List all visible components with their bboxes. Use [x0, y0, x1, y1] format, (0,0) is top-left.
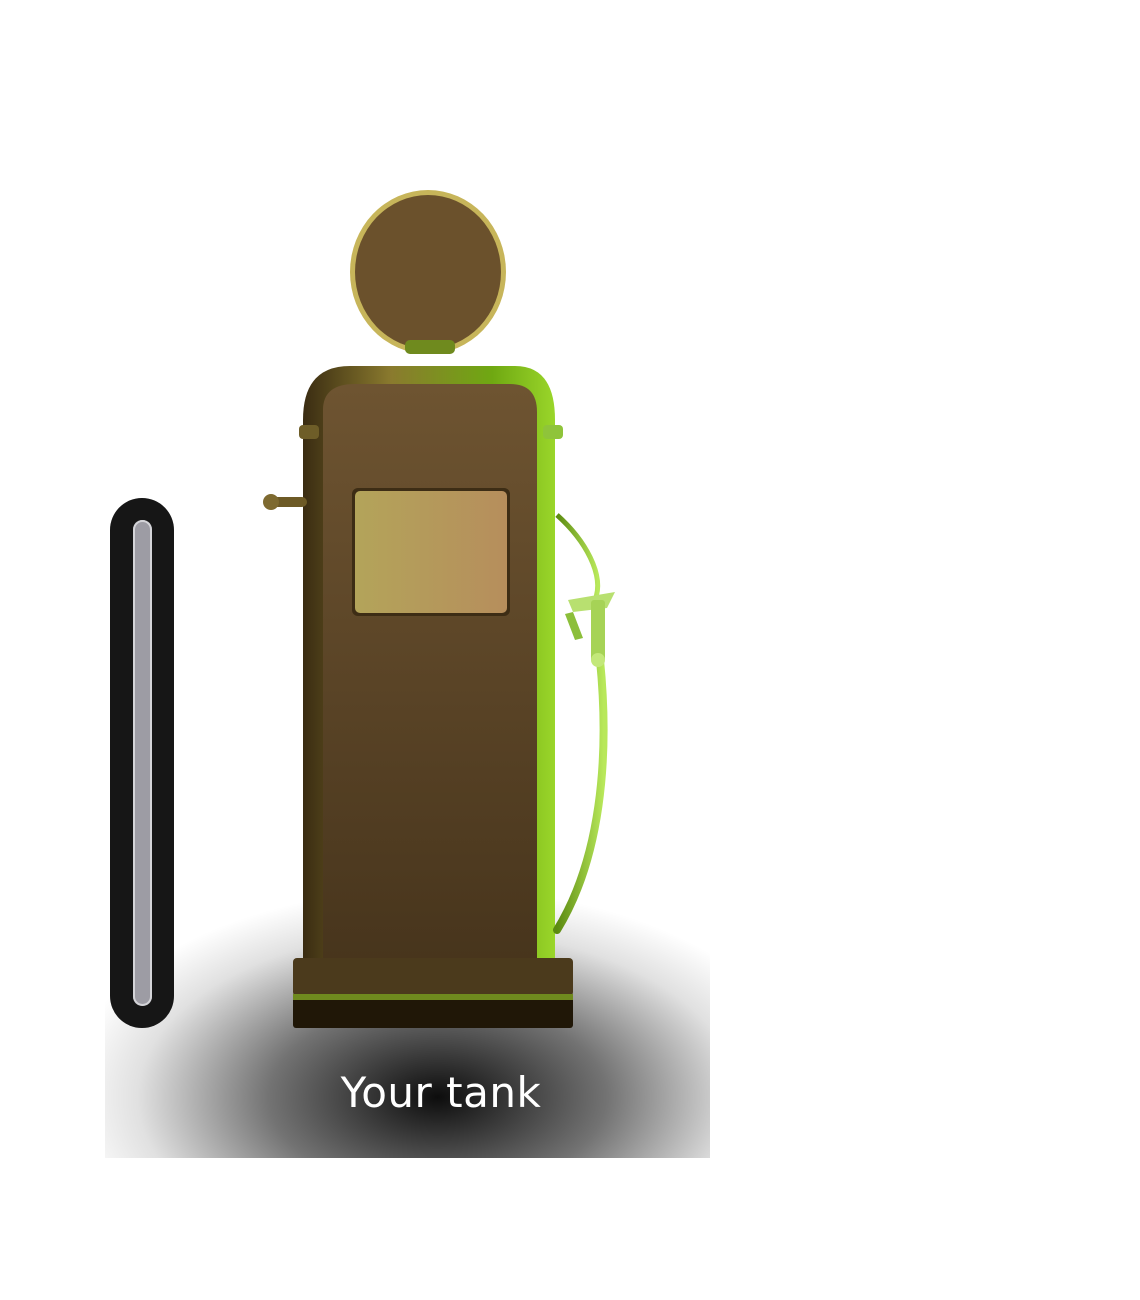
fuel-screen: Your tank	[0, 0, 1140, 1300]
pump-illustration	[105, 190, 710, 1158]
gauge-track	[133, 520, 152, 1006]
pump-panel	[105, 0, 710, 1158]
fuel-level-gauge	[110, 498, 174, 1028]
tank-label: Your tank	[340, 1068, 542, 1117]
